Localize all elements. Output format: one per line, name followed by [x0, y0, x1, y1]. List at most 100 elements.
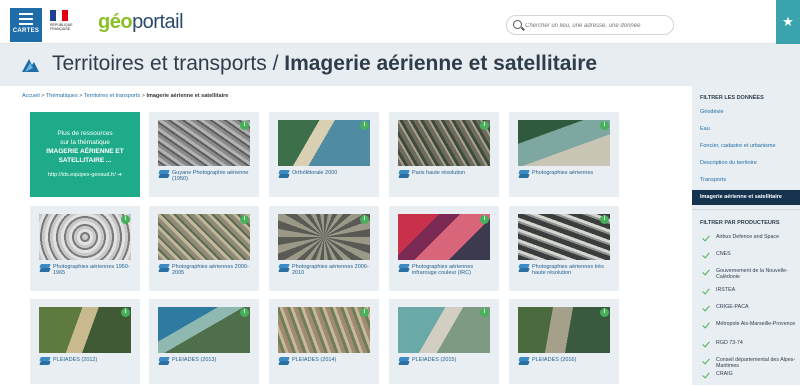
card-label: PLEIADES (2012): [39, 357, 134, 366]
info-icon[interactable]: i: [240, 121, 249, 130]
thumbnail-aerial-bw: [158, 120, 250, 166]
info-icon[interactable]: i: [360, 215, 369, 224]
dataset-card[interactable]: i Guyane Photographie aérienne (1950): [149, 112, 259, 197]
card-label: Photographies aériennes: [518, 170, 613, 179]
promo-line-1: Plus de ressources: [57, 130, 113, 137]
producer-item[interactable]: Gouvernement de la Nouvelle-Calédonie: [692, 268, 800, 287]
card-label: Photographies aériennes infrarouge coule…: [398, 264, 493, 276]
info-icon[interactable]: i: [480, 308, 489, 317]
breadcrumb-separator: >: [141, 93, 145, 99]
top-bar: CARTES RÉPUBLIQUE FRANÇAISE géoportail ★: [0, 0, 800, 44]
info-icon[interactable]: i: [600, 215, 609, 224]
filter-eau[interactable]: Eau: [692, 125, 800, 142]
info-icon[interactable]: i: [121, 308, 130, 317]
filter-imagerie-active[interactable]: Imagerie aérienne et satellitaire: [692, 190, 800, 205]
dataset-card[interactable]: i PLEIADES (2015): [389, 299, 499, 384]
menu-label: CARTES: [12, 28, 40, 34]
dataset-card[interactable]: i PLEIADES (2016): [509, 299, 619, 384]
layers-icon: [398, 170, 410, 179]
filter-geodesie[interactable]: Géodésie: [692, 108, 800, 125]
dataset-card[interactable]: i Photographies aériennes 2006-2010: [269, 206, 379, 291]
card-label: Orthólittorale 2000: [278, 170, 373, 179]
check-icon: [702, 371, 709, 379]
layers-icon: [398, 264, 410, 273]
producer-item[interactable]: CRAIG: [692, 371, 800, 385]
producer-item[interactable]: CNES: [692, 251, 800, 268]
card-label-text: Orthólittorale 2000: [292, 170, 338, 176]
producer-label: CRAIG: [716, 371, 733, 377]
dataset-card[interactable]: i Photographies aériennes 1950-1965: [30, 206, 140, 291]
info-icon[interactable]: i: [600, 121, 609, 130]
producer-label: IRSTEA: [716, 287, 736, 293]
breadcrumb-territoires[interactable]: Territoires et transports: [84, 93, 140, 99]
info-icon[interactable]: i: [240, 308, 249, 317]
layers-icon: [278, 170, 290, 179]
producer-item[interactable]: IRSTEA: [692, 287, 800, 304]
menu-button[interactable]: CARTES: [10, 8, 42, 42]
filter-description-territoire[interactable]: Description du territoire: [692, 159, 800, 176]
breadcrumb: Accueil > Thématiques > Territoires et t…: [22, 93, 228, 99]
producer-label: RGD 73-74: [716, 340, 743, 346]
dataset-card[interactable]: i Photographies aériennes 2000-2005: [149, 206, 259, 291]
thumbnail-pleiades-2015: [398, 307, 490, 353]
producer-item[interactable]: CRIGE-PACA: [692, 304, 800, 321]
card-label: Photographies aériennes 1950-1965: [39, 264, 134, 276]
republique-francaise-logo[interactable]: RÉPUBLIQUE FRANÇAISE: [50, 10, 90, 38]
thumbnail-port-hd: [518, 214, 610, 260]
producer-item[interactable]: Airbus Defence and Space: [692, 234, 800, 251]
info-icon[interactable]: i: [240, 215, 249, 224]
search-icon[interactable]: [513, 20, 522, 29]
card-label: Photographies aériennes 2000-2005: [158, 264, 253, 276]
breadcrumb-current: Imagerie aérienne et satellitaire: [146, 93, 229, 99]
card-label-text: PLEIADES (2013): [172, 357, 217, 363]
breadcrumb-thematiques[interactable]: Thématiques: [46, 93, 78, 99]
favorites-button[interactable]: ★: [776, 0, 800, 44]
logo-prefix: géo: [98, 11, 133, 33]
card-label-text: PLEIADES (2016): [532, 357, 577, 363]
dataset-card[interactable]: i PLEIADES (2013): [149, 299, 259, 384]
info-icon[interactable]: i: [600, 308, 609, 317]
thumbnail-infrared: [398, 214, 490, 260]
producer-label: Gouvernement de la Nouvelle-Calédonie: [716, 268, 788, 280]
star-icon: ★: [782, 14, 794, 29]
layers-icon: [278, 264, 290, 273]
dataset-card[interactable]: i Orthólittorale 2000: [269, 112, 379, 197]
card-label: Guyane Photographie aérienne (1950): [158, 170, 253, 182]
producer-label: Airbus Defence and Space: [716, 234, 780, 240]
card-label-text: Photographies aériennes infrarouge coule…: [412, 264, 474, 276]
search-box: [506, 15, 674, 35]
logo-suffix: portail: [132, 11, 184, 33]
info-icon[interactable]: i: [360, 121, 369, 130]
breadcrumb-accueil[interactable]: Accueil: [22, 93, 40, 99]
producer-item[interactable]: Conseil départemental des Alpes-Maritime…: [692, 357, 800, 371]
info-icon[interactable]: i: [480, 121, 489, 130]
dataset-card[interactable]: i Photographies aériennes infrarouge cou…: [389, 206, 499, 291]
info-icon[interactable]: i: [360, 308, 369, 317]
search-input[interactable]: [525, 18, 670, 33]
filter-foncier[interactable]: Foncier, cadastre et urbanisme: [692, 142, 800, 159]
geoportail-logo[interactable]: géoportail: [98, 11, 184, 34]
card-label: PLEIADES (2014): [278, 357, 373, 366]
dataset-card[interactable]: i Photographies aériennes: [509, 112, 619, 197]
layers-icon: [278, 357, 290, 366]
producer-item[interactable]: Métropole Aix-Marseille-Provence: [692, 321, 800, 340]
dataset-card[interactable]: i PLEIADES (2012): [30, 299, 140, 384]
card-label: PLEIADES (2015): [398, 357, 493, 366]
info-icon[interactable]: i: [480, 215, 489, 224]
dataset-card[interactable]: i PLEIADES (2014): [269, 299, 379, 384]
thumbnail-harbour: [518, 120, 610, 166]
promo-line-4: SATELLITAIRE ...: [58, 157, 112, 164]
card-label: Photographies aériennes très haute résol…: [518, 264, 613, 276]
layers-icon: [39, 264, 51, 273]
card-label-text: PLEIADES (2012): [53, 357, 98, 363]
check-icon: [702, 304, 709, 312]
card-label-text: Photographies aériennes 2000-2005: [172, 264, 249, 276]
layers-icon: [518, 264, 530, 273]
dataset-card[interactable]: i Paris haute résolution: [389, 112, 499, 197]
producer-item[interactable]: RGD 73-74: [692, 340, 800, 357]
dataset-card[interactable]: i Photographies aériennes très haute rés…: [509, 206, 619, 291]
more-resources-card[interactable]: Plus de ressources sur la thématique IMA…: [30, 112, 140, 197]
promo-url-link[interactable]: http://ids.equipex-geosud.fr/ ➔: [30, 171, 140, 180]
check-icon: [702, 251, 709, 259]
info-icon[interactable]: i: [121, 215, 130, 224]
